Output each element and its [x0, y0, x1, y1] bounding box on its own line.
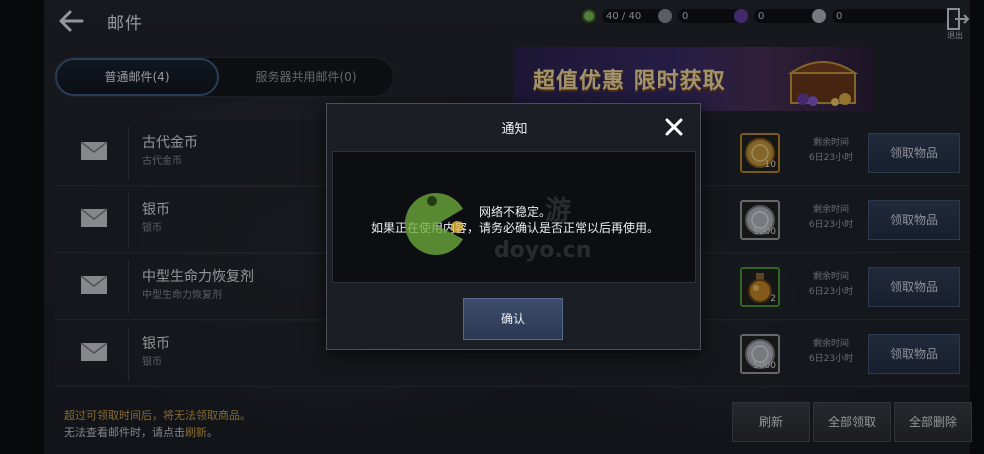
- watermark-text-url: doyo.cn: [494, 238, 592, 263]
- dialog-message-line2: 如果正在使用内容，请务必确认是否正常以后再使用。: [370, 221, 659, 235]
- dialog-title: 通知: [501, 122, 528, 137]
- confirm-button[interactable]: 确认: [463, 298, 563, 340]
- close-icon[interactable]: [665, 118, 683, 136]
- notice-dialog: 通知 网络不稳定。 如果正在使用内容，请务必确认是否正常以后再使用。 确认: [326, 103, 701, 350]
- dialog-message-line1: 网络不稳定。: [478, 205, 551, 219]
- watermark-logo-icon: [405, 192, 463, 255]
- dialog-body: 网络不稳定。 如果正在使用内容，请务必确认是否正常以后再使用。: [332, 151, 696, 283]
- watermark-text-cn: 游: [545, 196, 572, 226]
